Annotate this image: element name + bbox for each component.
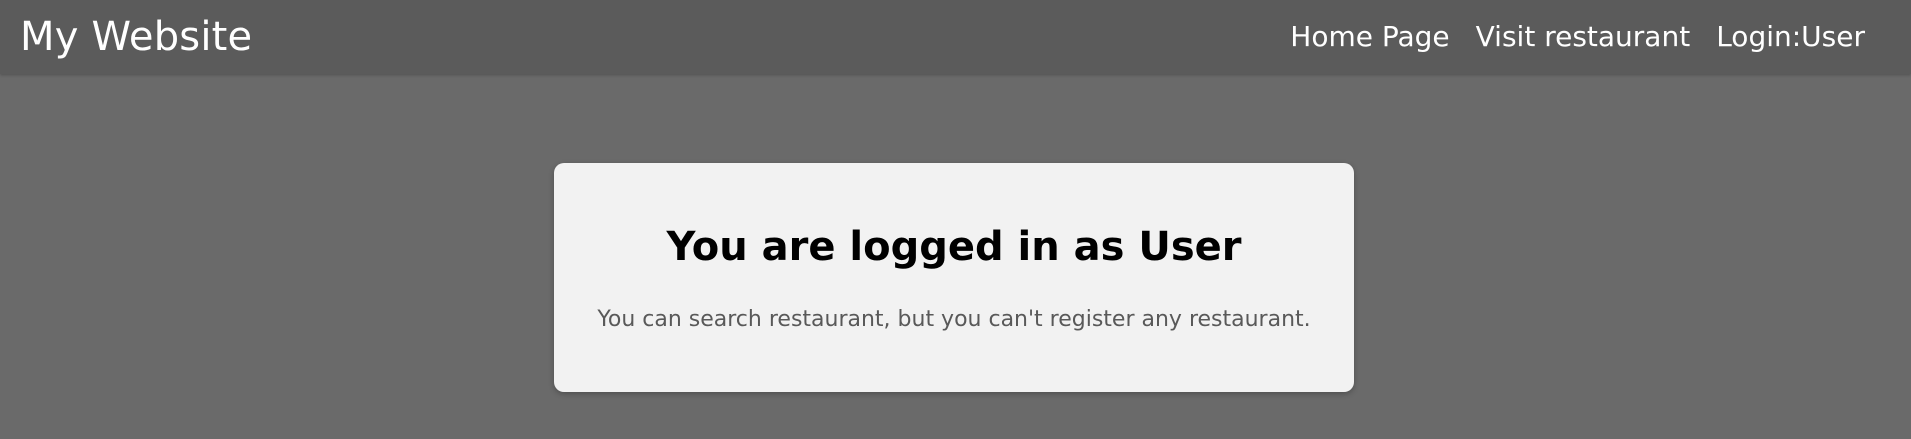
nav-login-user-link[interactable]: Login:User (1716, 23, 1865, 51)
login-status-message: You can search restaurant, but you can't… (597, 306, 1311, 332)
nav-home-page-link[interactable]: Home Page (1290, 23, 1449, 51)
site-brand-link[interactable]: My Website (20, 17, 252, 57)
login-status-title: You are logged in as User (666, 223, 1242, 270)
top-navbar: My Website Home Page Visit restaurant Lo… (0, 0, 1911, 74)
nav-links: Home Page Visit restaurant Login:User (1290, 23, 1865, 51)
nav-visit-restaurant-link[interactable]: Visit restaurant (1476, 23, 1691, 51)
login-status-card: You are logged in as User You can search… (554, 163, 1354, 392)
